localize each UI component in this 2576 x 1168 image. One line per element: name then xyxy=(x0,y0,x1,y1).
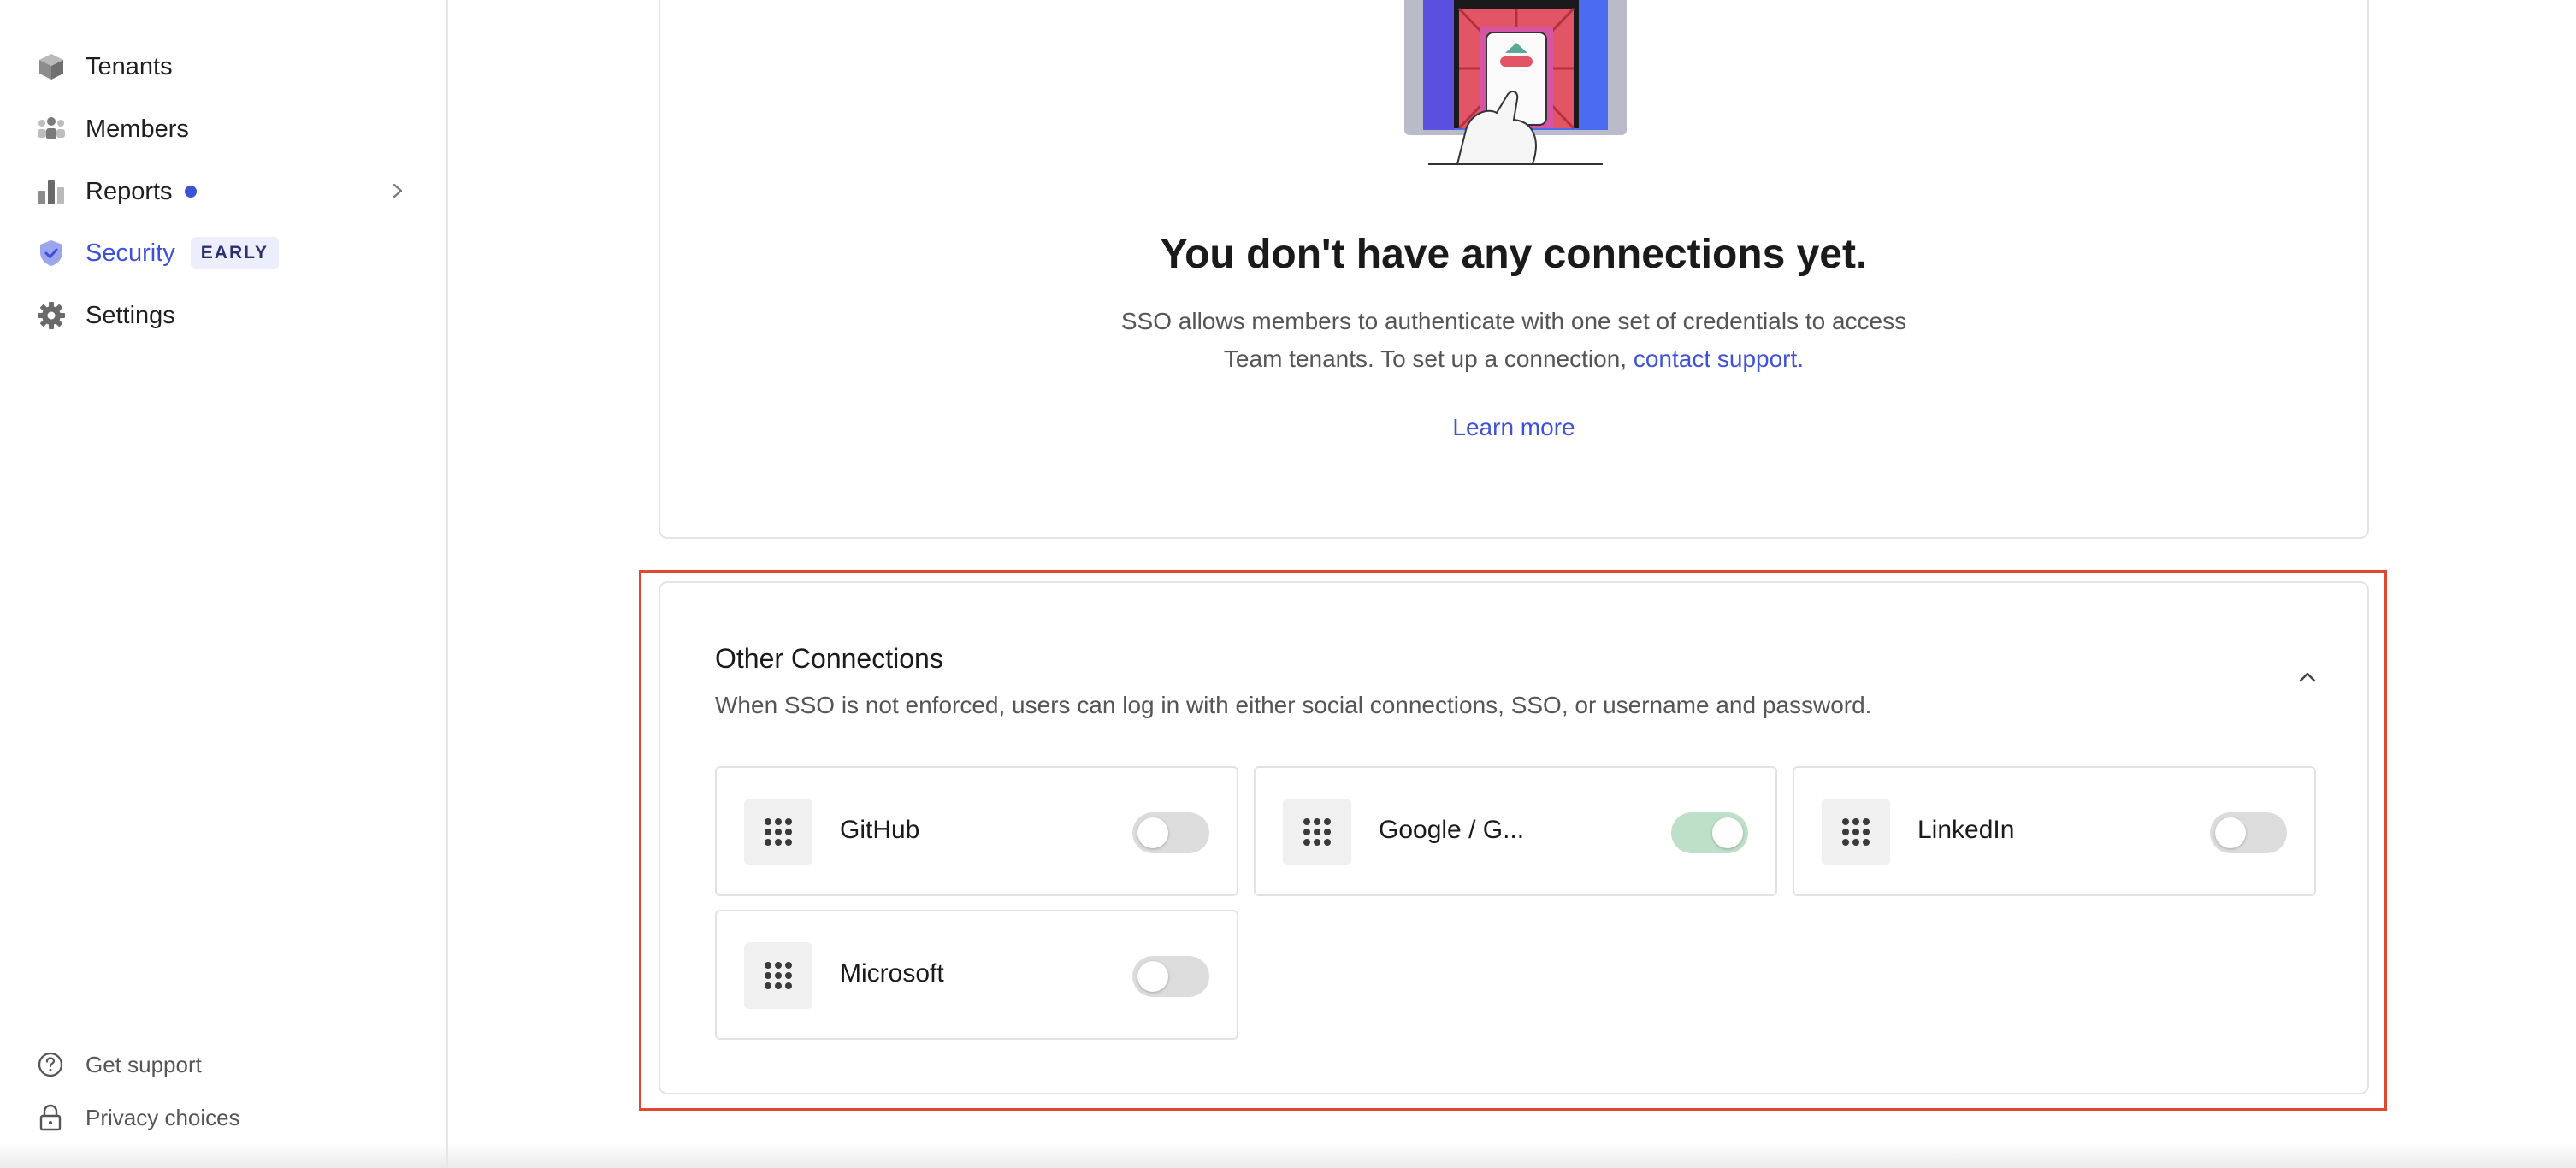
connection-toggle[interactable] xyxy=(1671,812,1748,853)
bottom-shadow xyxy=(0,1142,2576,1168)
members-icon xyxy=(34,112,68,146)
footer-item-label: Privacy choices xyxy=(86,1104,240,1130)
section-description: When SSO is not enforced, users can log … xyxy=(715,692,1872,718)
description-line-2: Team tenants. To set up a connection, co… xyxy=(660,340,2367,378)
drag-handle[interactable] xyxy=(1822,799,1890,865)
learn-more-label: Learn more xyxy=(1452,414,1575,440)
sidebar-item-security[interactable]: Security EARLY xyxy=(34,229,411,277)
connection-name: LinkedIn xyxy=(1917,816,2015,844)
drag-handle[interactable] xyxy=(744,942,812,1009)
toggle-knob xyxy=(2215,817,2246,848)
connection-toggle[interactable] xyxy=(1132,956,1209,997)
connection-tile-linkedin: LinkedIn xyxy=(1793,766,2316,896)
sidebar-item-label: Members xyxy=(86,115,189,143)
get-support-link[interactable]: Get support xyxy=(34,1045,202,1084)
connection-name: Microsoft xyxy=(840,959,944,988)
sidebar-item-members[interactable]: Members xyxy=(34,105,411,153)
connection-name: Google / G... xyxy=(1379,816,1525,844)
other-connections-card: Other Connections When SSO is not enforc… xyxy=(659,581,2369,1094)
toggle-knob xyxy=(1137,961,1168,992)
chevron-right-icon[interactable] xyxy=(385,178,411,204)
contact-support-link[interactable]: contact support. xyxy=(1634,345,1804,372)
connections-illustration-icon xyxy=(1404,0,1627,165)
sidebar-item-label: Reports xyxy=(86,177,173,205)
sso-connections-card: You don't have any connections yet. SSO … xyxy=(659,0,2369,539)
description-text: Team tenants. To set up a connection, xyxy=(1223,345,1628,372)
chevron-up-icon xyxy=(2299,672,2316,682)
connection-tile-google: Google / G... xyxy=(1254,766,1777,896)
early-badge: EARLY xyxy=(190,237,280,269)
footer-item-label: Get support xyxy=(86,1051,202,1077)
toggle-knob xyxy=(1712,817,1743,848)
collapse-button[interactable] xyxy=(2292,662,2323,693)
sidebar-item-tenants[interactable]: Tenants xyxy=(34,43,411,91)
cube-icon xyxy=(34,50,68,84)
empty-state-title: You don't have any connections yet. xyxy=(1160,232,1868,277)
drag-handle[interactable] xyxy=(1283,799,1351,865)
connection-toggle[interactable] xyxy=(2210,812,2287,853)
connection-tile-github: GitHub xyxy=(715,766,1238,896)
grip-dots-icon xyxy=(765,818,792,846)
drag-handle[interactable] xyxy=(744,799,812,865)
sidebar-item-reports[interactable]: Reports xyxy=(34,168,411,215)
grip-dots-icon xyxy=(1303,818,1331,846)
toggle-knob xyxy=(1137,817,1168,848)
gear-icon xyxy=(34,298,68,333)
description-line-1: SSO allows members to authenticate with … xyxy=(1120,308,1907,334)
sidebar-item-label: Settings xyxy=(86,301,175,329)
bar-chart-icon xyxy=(34,174,68,209)
grip-dots-icon xyxy=(765,962,792,989)
sidebar: Tenants Members Reports Security EARLY S… xyxy=(0,0,448,1168)
empty-state-description: SSO allows members to authenticate with … xyxy=(660,303,2367,378)
learn-more-link[interactable]: Learn more xyxy=(660,414,2367,441)
help-circle-icon xyxy=(34,1048,67,1081)
privacy-choices-link[interactable]: Privacy choices xyxy=(34,1098,240,1137)
notification-dot xyxy=(184,186,197,198)
shield-icon xyxy=(34,236,68,270)
sidebar-item-label: Tenants xyxy=(86,52,173,80)
section-title: Other Connections xyxy=(715,643,943,674)
lock-icon xyxy=(34,1101,67,1134)
sidebar-item-label: Security xyxy=(86,239,175,267)
grip-dots-icon xyxy=(1842,818,1870,846)
connection-name: GitHub xyxy=(840,816,920,844)
sidebar-item-settings[interactable]: Settings xyxy=(34,292,411,339)
connection-tile-microsoft: Microsoft xyxy=(715,910,1238,1040)
connection-toggle[interactable] xyxy=(1132,812,1209,853)
